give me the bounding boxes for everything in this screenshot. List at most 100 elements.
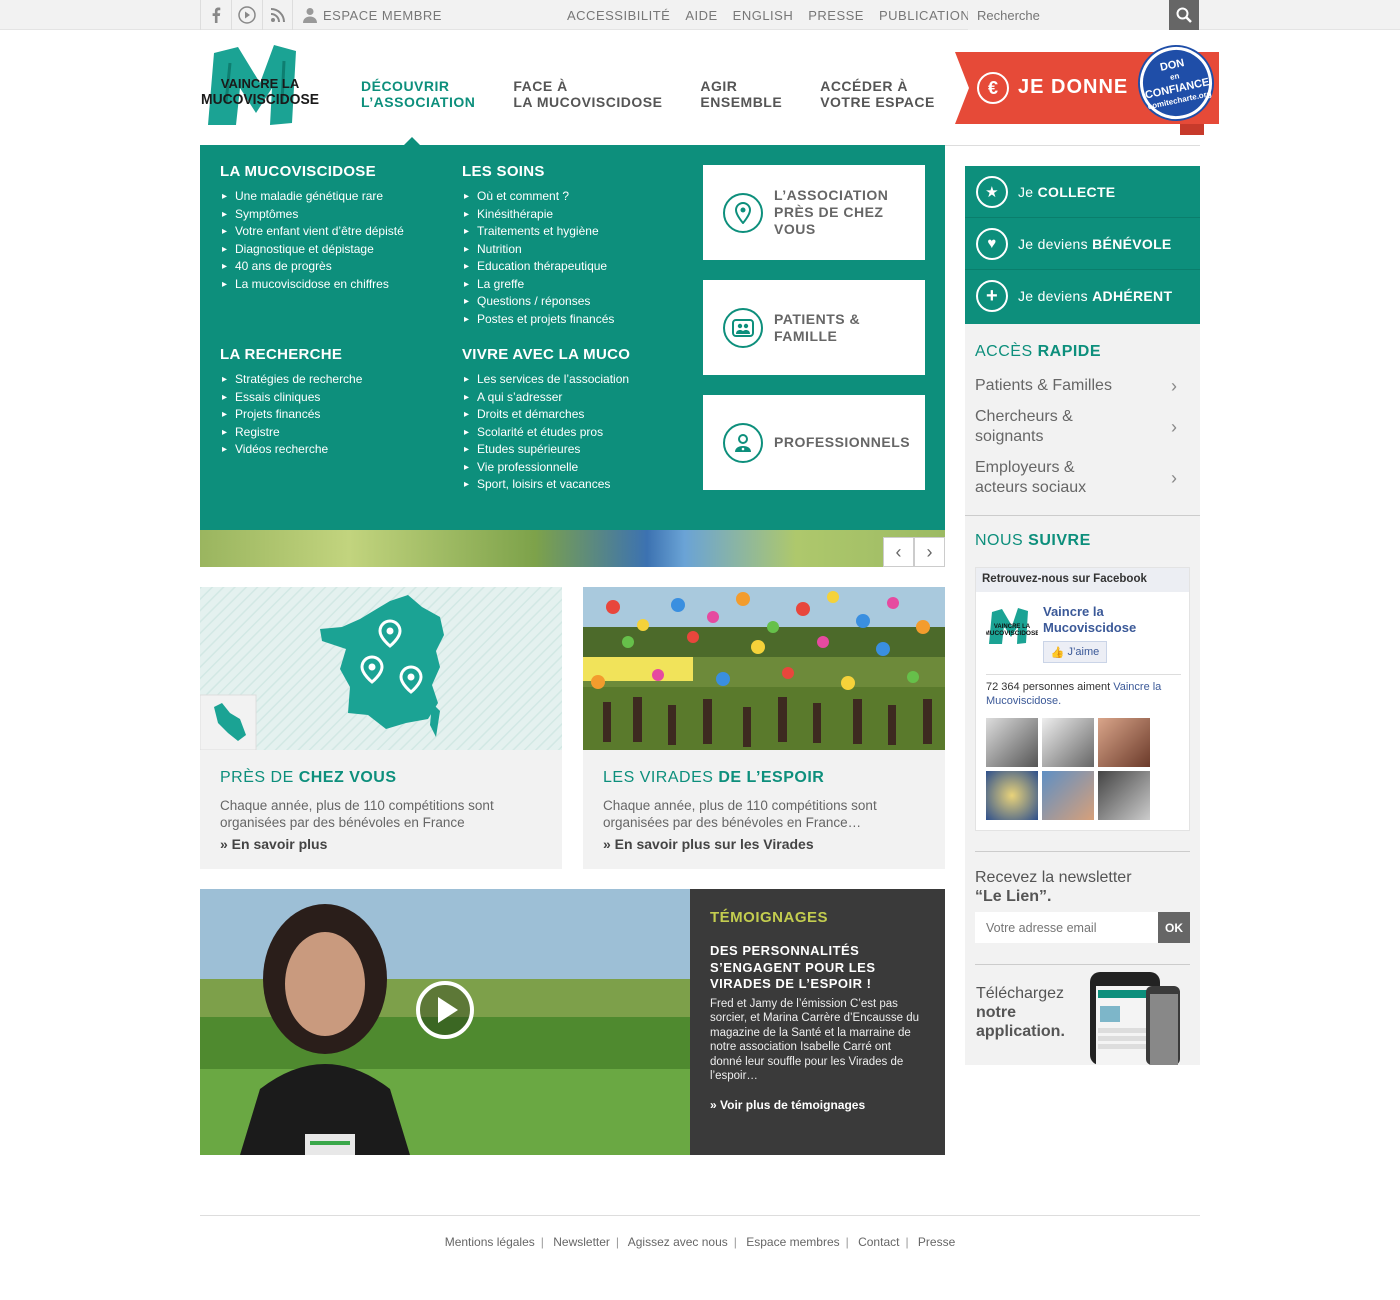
chevron-right-icon: › <box>1171 376 1177 396</box>
menu-link[interactable]: Etudes supérieures <box>462 441 630 459</box>
quick-link-label: Employeurs & <box>975 459 1075 476</box>
footer-link-press[interactable]: Presse <box>918 1235 955 1249</box>
play-icon[interactable] <box>415 980 475 1040</box>
menu-heading[interactable]: LA RECHERCHE <box>220 346 362 363</box>
nav-item-line: ACCÉDER À <box>820 78 908 94</box>
menu-link[interactable]: Kinésithérapie <box>462 206 614 224</box>
footer-link-act[interactable]: Agissez avec nous <box>628 1235 728 1249</box>
utility-link-accessibility[interactable]: ACCESSIBILITÉ <box>567 8 670 23</box>
divider <box>975 851 1190 852</box>
nav-item-access[interactable]: ACCÉDER À VOTRE ESPACE <box>820 78 935 110</box>
menu-link[interactable]: La mucoviscidose en chiffres <box>220 276 404 294</box>
logo-line2: MUCOVISCIDOSE <box>201 91 319 108</box>
menu-heading[interactable]: LES SOINS <box>462 163 614 180</box>
quick-link-patients[interactable]: Patients & Familles › <box>975 376 1185 396</box>
smartphone-image[interactable] <box>1090 972 1180 1065</box>
search-button[interactable] <box>1169 0 1199 30</box>
rss-icon[interactable] <box>262 0 293 30</box>
utility-link-press[interactable]: PRESSE <box>808 8 864 23</box>
menu-link[interactable]: 40 ans de progrès <box>220 258 404 276</box>
menu-link[interactable]: Diagnostique et dépistage <box>220 241 404 259</box>
menu-heading[interactable]: LA MUCOVISCIDOSE <box>220 163 404 180</box>
site-logo[interactable]: VAINCRE LA MUCOVISCIDOSE <box>200 43 320 128</box>
card-virades[interactable]: LES VIRADES DE L’ESPOIR Chaque année, pl… <box>583 587 945 869</box>
footer-link-legal[interactable]: Mentions légales <box>445 1235 535 1249</box>
quick-link-researchers[interactable]: Chercheurs & soignants › <box>975 407 1185 447</box>
menu-heading[interactable]: VIVRE AVEC LA MUCO <box>462 346 630 363</box>
utility-link-help[interactable]: AIDE <box>685 8 717 23</box>
testimony-headline[interactable]: DES PERSONNALITÉS S’ENGAGENT POUR LES VI… <box>710 943 925 993</box>
read-more-link[interactable]: » En savoir plus <box>220 836 327 852</box>
nav-item-face[interactable]: FACE À LA MUCOVISCIDOSE <box>513 78 662 110</box>
menu-link[interactable]: Droits et démarches <box>462 406 630 424</box>
menu-link[interactable]: La greffe <box>462 276 614 294</box>
fan-avatar[interactable] <box>1042 718 1094 767</box>
quick-link-employers[interactable]: Employeurs & acteurs sociaux › <box>975 458 1185 498</box>
nav-item-act[interactable]: AGIR ENSEMBLE <box>700 78 782 110</box>
newsletter-submit-button[interactable]: OK <box>1158 912 1190 943</box>
chevron-right-icon[interactable]: › <box>914 537 945 567</box>
fan-avatar[interactable] <box>986 771 1038 820</box>
donate-button[interactable]: € JE DONNE DON en CONFIANCE comitecharte… <box>955 40 1219 135</box>
title-bold: RAPIDE <box>1037 343 1102 360</box>
action-volunteer[interactable]: ♥ Je deviens BÉNÉVOLE <box>965 218 1200 270</box>
fan-avatar[interactable] <box>986 718 1038 767</box>
youtube-icon[interactable] <box>231 0 262 30</box>
heart-icon: ♥ <box>976 227 1008 260</box>
menu-link[interactable]: Scolarité et études pros <box>462 424 630 442</box>
read-more-link[interactable]: » En savoir plus sur les Virades <box>603 836 814 852</box>
search-input[interactable] <box>968 0 1170 30</box>
facebook-fan-faces <box>986 718 1156 820</box>
box-label-line: PATIENTS & <box>774 310 861 327</box>
mega-menu: LA MUCOVISCIDOSE Une maladie génétique r… <box>200 145 945 530</box>
more-testimonials-link[interactable]: » Voir plus de témoignages <box>710 1098 865 1112</box>
menu-link[interactable]: Sport, loisirs et vacances <box>462 476 630 494</box>
facebook-icon[interactable] <box>200 0 231 30</box>
facebook-like-button[interactable]: 👍 J’aime <box>1043 641 1107 663</box>
app-download-text[interactable]: Téléchargez notre application. <box>976 984 1086 1041</box>
action-member[interactable]: + Je deviens ADHÉRENT <box>965 270 1200 322</box>
menu-box-patients[interactable]: PATIENTS & FAMILLE <box>703 280 925 375</box>
map-pin-icon <box>723 192 763 233</box>
menu-link[interactable]: Symptômes <box>220 206 404 224</box>
footer-link-newsletter[interactable]: Newsletter <box>553 1235 610 1249</box>
action-collect[interactable]: ★ Je COLLECTE <box>965 166 1200 218</box>
newsletter-email-input[interactable] <box>975 912 1158 943</box>
menu-link[interactable]: Votre enfant vient d’être dépisté <box>220 223 404 241</box>
menu-link[interactable]: Questions / réponses <box>462 293 614 311</box>
menu-link[interactable]: Stratégies de recherche <box>220 371 362 389</box>
card-title-light: PRÈS DE <box>220 769 299 786</box>
fan-avatar[interactable] <box>1042 771 1094 820</box>
card-near-you[interactable]: PRÈS DE CHEZ VOUS Chaque année, plus de … <box>199 587 562 869</box>
facebook-page-name[interactable]: Vaincre la Mucoviscidose <box>1043 604 1173 636</box>
menu-link[interactable]: Nutrition <box>462 241 614 259</box>
menu-link[interactable]: Traitements et hygiène <box>462 223 614 241</box>
menu-link[interactable]: Projets financés <box>220 406 362 424</box>
menu-box-near-you[interactable]: L’ASSOCIATION PRÈS DE CHEZ VOUS <box>703 165 925 260</box>
menu-link[interactable]: Education thérapeutique <box>462 258 614 276</box>
menu-link[interactable]: Vidéos recherche <box>220 441 362 459</box>
menu-link[interactable]: Les services de l’association <box>462 371 630 389</box>
menu-link[interactable]: Où et comment ? <box>462 188 614 206</box>
nav-item-line: FACE À <box>513 78 568 94</box>
action-bold: ADHÉRENT <box>1092 288 1173 304</box>
utility-links: ACCESSIBILITÉ AIDE ENGLISH PRESSE PUBLIC… <box>567 0 979 30</box>
fan-avatar[interactable] <box>1098 771 1150 820</box>
menu-box-professionals[interactable]: PROFESSIONNELS <box>703 395 925 490</box>
footer-link-members[interactable]: Espace membres <box>746 1235 839 1249</box>
search-box <box>968 0 1199 30</box>
footer-link-contact[interactable]: Contact <box>858 1235 899 1249</box>
menu-link[interactable]: Registre <box>220 424 362 442</box>
menu-link[interactable]: Vie professionnelle <box>462 459 630 477</box>
member-area-link[interactable]: ESPACE MEMBRE <box>292 0 442 30</box>
menu-link[interactable]: Une maladie génétique rare <box>220 188 404 206</box>
video-player[interactable] <box>200 889 690 1155</box>
chevron-left-icon[interactable]: ‹ <box>883 537 914 567</box>
fan-avatar[interactable] <box>1098 718 1150 767</box>
menu-link[interactable]: Essais cliniques <box>220 389 362 407</box>
nav-item-discover[interactable]: DÉCOUVRIR L’ASSOCIATION <box>361 78 475 110</box>
utility-link-publications[interactable]: PUBLICATIONS <box>879 8 979 23</box>
menu-link[interactable]: A qui s’adresser <box>462 389 630 407</box>
menu-link[interactable]: Postes et projets financés <box>462 311 614 329</box>
utility-link-english[interactable]: ENGLISH <box>733 8 794 23</box>
